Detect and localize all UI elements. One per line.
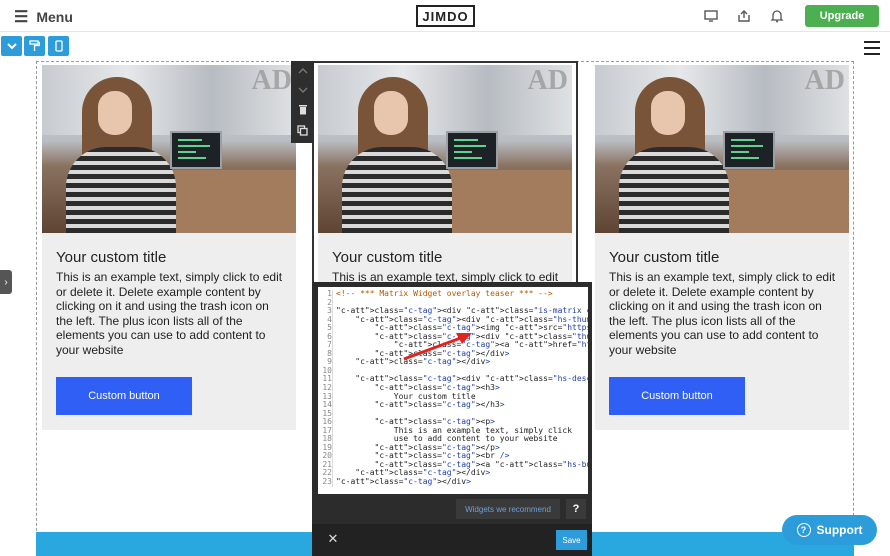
question-icon: ?	[796, 523, 811, 537]
chevron-up-icon[interactable]	[298, 65, 308, 77]
close-icon[interactable]: ✕	[326, 531, 340, 547]
upgrade-button[interactable]: Upgrade	[805, 5, 879, 27]
bell-icon[interactable]	[769, 8, 785, 24]
code-line[interactable]: "c-att">class="c-tag"></div>	[336, 477, 588, 487]
support-button[interactable]: ? Support	[782, 515, 877, 545]
mobile-icon[interactable]	[48, 36, 69, 56]
expand-panel-chevron-icon[interactable]: ›	[0, 270, 12, 294]
content-card-3: AD Your custom title This is an example …	[595, 65, 849, 430]
content-card-1: AD Your custom title This is an example …	[42, 65, 296, 430]
share-icon[interactable]	[736, 8, 752, 24]
card-title[interactable]: Your custom title	[609, 249, 719, 266]
custom-button[interactable]: Custom button	[56, 377, 192, 415]
line-number: 23	[322, 477, 332, 487]
widgets-we-recommend-link[interactable]: Widgets we recommend	[456, 499, 560, 519]
trash-icon[interactable]	[298, 104, 308, 118]
code-line[interactable]: "c-att">class="c-tag"></h3>	[336, 400, 588, 410]
save-button[interactable]: Save	[556, 530, 587, 550]
card-photo[interactable]: AD	[42, 65, 296, 233]
line-numbers: 1 2 3 4 5 6 7 8 9 10 11 12 13 14 15 16 17 18 19 20 21 22 23	[318, 289, 333, 487]
chevron-down-icon[interactable]	[1, 36, 22, 56]
jimdo-logo: JIMDO	[416, 5, 475, 27]
support-label: Support	[816, 523, 863, 537]
chevron-down-icon[interactable]	[298, 84, 308, 96]
card-title[interactable]: Your custom title	[56, 249, 166, 266]
top-bar: ☰ Menu JIMDO Upgrade	[0, 0, 890, 32]
card-text[interactable]: This is an example text, simply click to…	[56, 270, 284, 358]
code-editor[interactable]: 1 2 3 4 5 6 7 8 9 10 11 12 13 14 15 16 17 18 19 20 21 22 23 <!…	[318, 287, 588, 494]
duplicate-icon[interactable]	[297, 125, 308, 139]
help-button[interactable]: ?	[566, 499, 586, 519]
menu-label: Menu	[36, 9, 73, 25]
paint-roller-icon[interactable]	[24, 36, 45, 56]
card-photo[interactable]: AD	[595, 65, 849, 233]
menu-button[interactable]: ☰ Menu	[14, 7, 73, 27]
code-line[interactable]: <!-- *** Matrix Widget overlay teaser **…	[336, 289, 588, 299]
site-nav-hamburger-icon[interactable]	[864, 41, 880, 55]
code-lines[interactable]: <!-- *** Matrix Widget overlay teaser **…	[336, 289, 588, 487]
editor-action-bar	[312, 524, 592, 556]
element-side-toolbar	[291, 61, 314, 143]
watermark: AD	[251, 65, 292, 96]
watermark: AD	[804, 65, 845, 96]
custom-button[interactable]: Custom button	[609, 377, 745, 415]
annotation-arrow	[403, 333, 472, 361]
hamburger-icon: ☰	[14, 9, 29, 26]
desktop-preview-icon[interactable]	[703, 8, 719, 24]
card-text[interactable]: This is an example text, simply click to…	[609, 270, 837, 358]
